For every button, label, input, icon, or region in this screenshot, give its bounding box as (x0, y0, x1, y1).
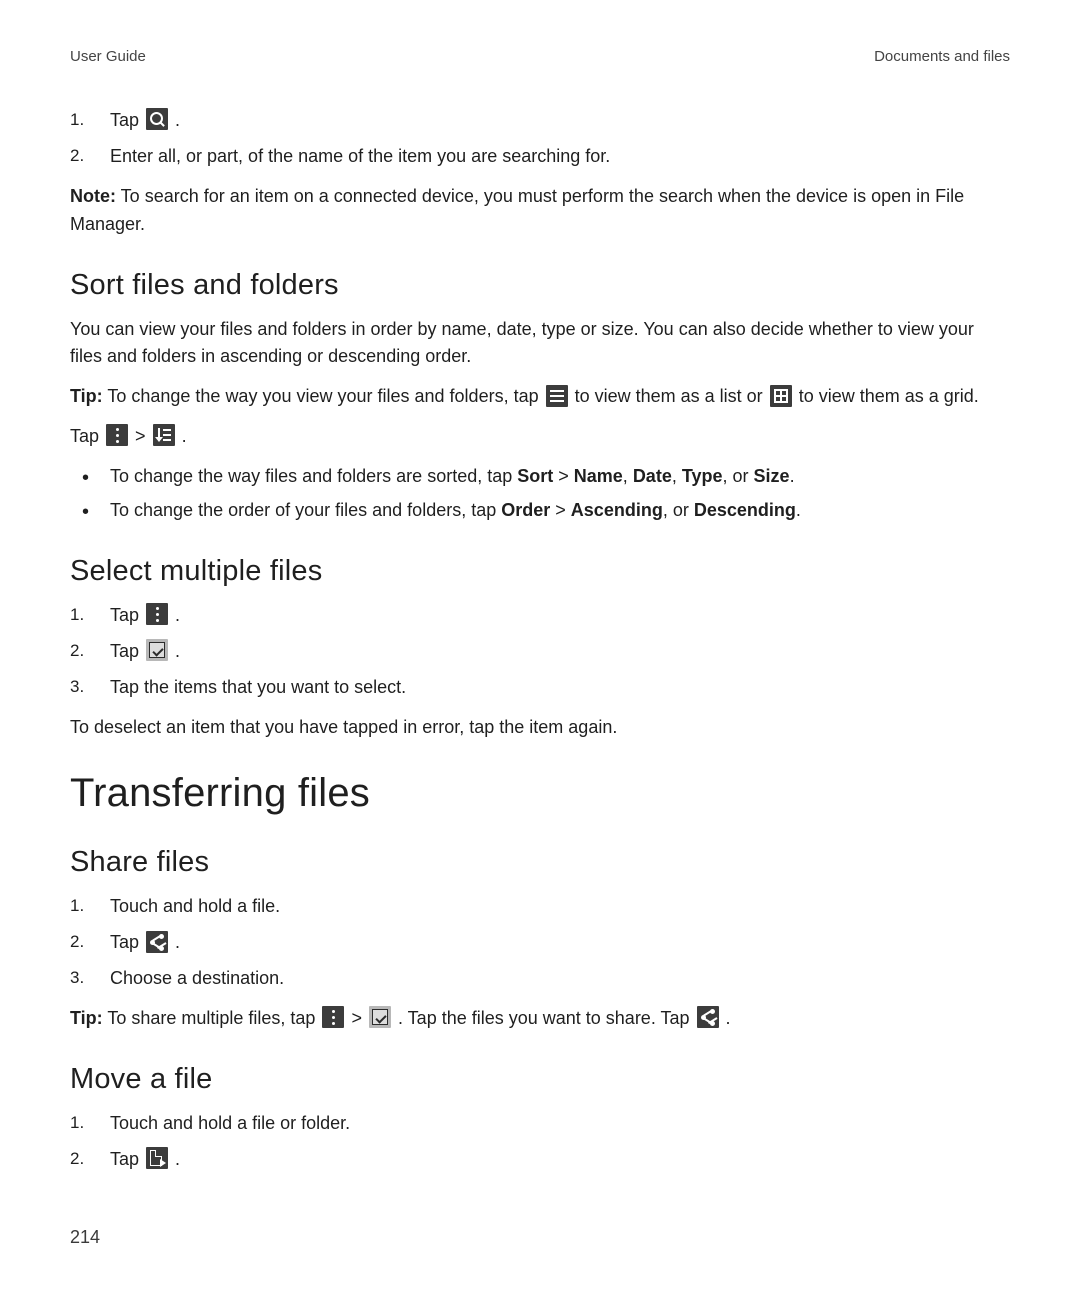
move-steps: Touch and hold a file or folder. Tap . (70, 1110, 1010, 1174)
list-item: Tap . (70, 1146, 1010, 1174)
sort-intro: You can view your files and folders in o… (70, 316, 1010, 372)
list-item: Tap . (70, 638, 1010, 666)
heading-select: Select multiple files (70, 555, 1010, 588)
page-header: User Guide Documents and files (70, 48, 1010, 65)
page-number: 214 (70, 1227, 100, 1248)
list-item: To change the order of your files and fo… (70, 497, 1010, 525)
share-tip: Tip: To share multiple files, tap > . Ta… (70, 1005, 1010, 1033)
share-icon (697, 1006, 719, 1028)
note-paragraph: Note: To search for an item on a connect… (70, 183, 1010, 239)
list-item: Choose a destination. (70, 965, 1010, 993)
search-steps: Tap . Enter all, or part, of the name of… (70, 107, 1010, 171)
search-icon (146, 108, 168, 130)
page: User Guide Documents and files Tap . Ent… (0, 0, 1080, 1296)
list-item: Touch and hold a file. (70, 893, 1010, 921)
more-icon (322, 1006, 344, 1028)
more-icon (106, 424, 128, 446)
list-view-icon (546, 385, 568, 407)
list-item: To change the way files and folders are … (70, 463, 1010, 491)
more-icon (146, 603, 168, 625)
sort-order-icon (153, 424, 175, 446)
list-item: Tap the items that you want to select. (70, 674, 1010, 702)
move-file-icon (146, 1147, 168, 1169)
list-item: Touch and hold a file or folder. (70, 1110, 1010, 1138)
list-item: Tap . (70, 107, 1010, 135)
sort-bullets: To change the way files and folders are … (70, 463, 1010, 525)
share-steps: Touch and hold a file. Tap . Choose a de… (70, 893, 1010, 993)
header-left: User Guide (70, 48, 146, 65)
heading-sort: Sort files and folders (70, 269, 1010, 302)
sort-tip: Tip: To change the way you view your fil… (70, 383, 1010, 411)
share-icon (146, 931, 168, 953)
select-steps: Tap . Tap . Tap the items that you want … (70, 602, 1010, 702)
heading-share: Share files (70, 846, 1010, 879)
sort-tap-line: Tap > . (70, 423, 1010, 451)
grid-view-icon (770, 385, 792, 407)
note-label: Note: (70, 186, 116, 206)
select-after: To deselect an item that you have tapped… (70, 714, 1010, 742)
header-right: Documents and files (874, 48, 1010, 65)
list-item: Tap . (70, 602, 1010, 630)
heading-transferring: Transferring files (70, 771, 1010, 816)
list-item: Enter all, or part, of the name of the i… (70, 143, 1010, 171)
heading-move: Move a file (70, 1063, 1010, 1096)
select-check-icon (369, 1006, 391, 1028)
select-check-icon (146, 639, 168, 661)
list-item: Tap . (70, 929, 1010, 957)
